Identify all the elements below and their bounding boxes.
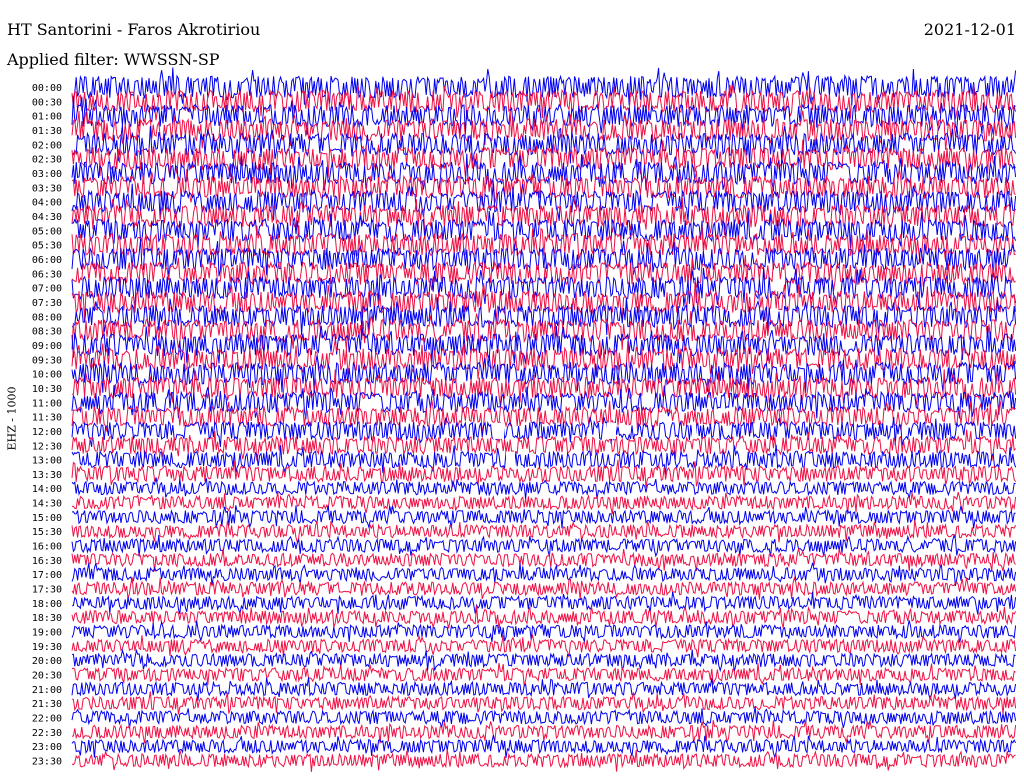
trace-line-0800: [71, 297, 1017, 336]
trace-line-2130: [71, 691, 1017, 715]
time-tick-label: 02:00: [32, 140, 62, 151]
trace-line-2000: [71, 648, 1016, 673]
trace-line-1600: [71, 533, 1017, 558]
time-tick-label: 11:00: [32, 398, 62, 409]
time-tick-label: 01:30: [32, 126, 62, 137]
time-tick-label: 17:30: [32, 585, 62, 596]
time-tick-label: 10:30: [32, 384, 62, 395]
time-tick-label: 21:00: [32, 685, 62, 696]
time-tick-label: 19:00: [32, 628, 62, 639]
time-tick-label: 09:00: [32, 341, 62, 352]
time-tick-label: 15:30: [32, 527, 62, 538]
trace-line-2330: [71, 749, 1016, 772]
time-tick-label: 16:30: [32, 556, 62, 567]
time-tick-label: 18:30: [32, 613, 62, 624]
time-tick-label: 22:00: [32, 714, 62, 725]
time-tick-label: 00:00: [32, 83, 62, 94]
time-tick-label: 14:00: [32, 484, 62, 495]
data-gap: [607, 422, 616, 439]
time-tick-label: 10:00: [32, 370, 62, 381]
time-tick-label: 07:00: [32, 284, 62, 295]
time-tick-label: 08:00: [32, 312, 62, 323]
time-tick-label: 19:30: [32, 642, 62, 653]
time-tick-label: 13:30: [32, 470, 62, 481]
data-gap: [506, 451, 515, 468]
time-tick-label: 03:30: [32, 183, 62, 194]
time-tick-label: 01:00: [32, 112, 62, 123]
trace-line-1800: [71, 591, 1017, 615]
trace-line-1830: [71, 605, 1017, 629]
time-tick-label: 07:30: [32, 298, 62, 309]
time-tick-label: 02:30: [32, 155, 62, 166]
time-tick-label: 23:00: [32, 742, 62, 753]
time-tick-label: 20:00: [32, 656, 62, 667]
time-tick-label: 23:30: [32, 757, 62, 768]
time-tick-label: 11:30: [32, 413, 62, 424]
time-tick-label: 04:30: [32, 212, 62, 223]
trace-line-0500: [71, 210, 1017, 250]
time-tick-label: 08:30: [32, 327, 62, 338]
trace-line-1330: [71, 459, 1017, 488]
trace-line-2200: [71, 706, 1017, 729]
data-gap: [493, 422, 504, 439]
time-tick-label: 22:30: [32, 728, 62, 739]
data-gap: [692, 422, 696, 439]
time-tick-label: 17:00: [32, 570, 62, 581]
time-tick-label: 21:30: [32, 699, 62, 710]
time-tick-label: 05:00: [32, 226, 62, 237]
time-tick-label: 18:00: [32, 599, 62, 610]
trace-line-1900: [71, 620, 1017, 643]
time-tick-label: 04:00: [32, 198, 62, 209]
time-tick-label: 06:30: [32, 269, 62, 280]
time-tick-label: 00:30: [32, 97, 62, 108]
time-tick-label: 20:30: [32, 671, 62, 682]
time-tick-label: 13:00: [32, 456, 62, 467]
trace-line-1530: [71, 519, 1017, 545]
time-tick-label: 16:00: [32, 542, 62, 553]
trace-line-1000: [71, 355, 1017, 393]
time-tick-label: 15:00: [32, 513, 62, 524]
time-tick-label: 12:30: [32, 441, 62, 452]
time-tick-label: 05:30: [32, 241, 62, 252]
time-tick-label: 09:30: [32, 355, 62, 366]
trace-line-1400: [71, 477, 1016, 500]
time-tick-label: 06:00: [32, 255, 62, 266]
time-tick-label: 03:00: [32, 169, 62, 180]
time-tick-label: 12:00: [32, 427, 62, 438]
trace-line-0230: [71, 139, 1016, 179]
trace-line-1730: [71, 576, 1017, 600]
trace-line-0630: [71, 255, 1016, 292]
trace-line-2230: [71, 720, 1017, 744]
helicorder-chart: 00:00 00:30 01:00 01:30 02:00 02:30 03:00 03:30…: [32, 67, 1017, 772]
time-tick-label: 14:30: [32, 499, 62, 510]
